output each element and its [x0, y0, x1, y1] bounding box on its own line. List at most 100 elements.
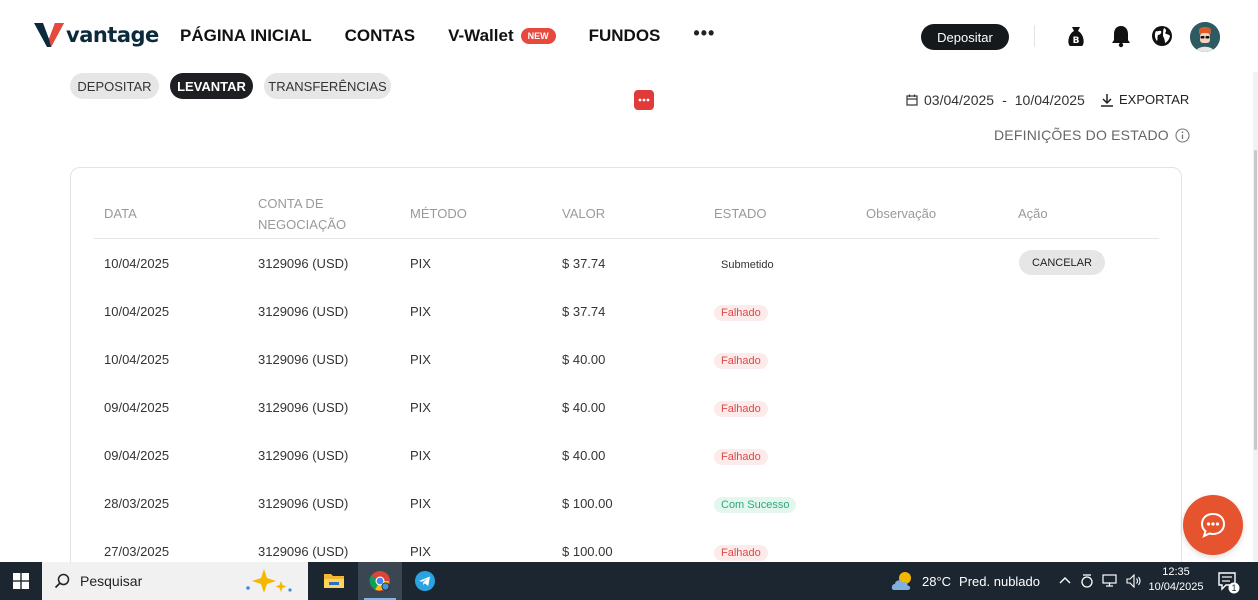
deposit-button[interactable]: Depositar: [921, 24, 1009, 50]
user-avatar-icon: [1190, 22, 1220, 52]
cell-date: 09/04/2025: [104, 448, 170, 463]
cell-value: $ 100.00: [562, 496, 613, 511]
cell-method: PIX: [410, 400, 431, 415]
export-button[interactable]: EXPORTAR: [1100, 92, 1189, 107]
tab-transferencias[interactable]: TRANSFERÊNCIAS: [264, 73, 391, 99]
cell-account: 3129096 (USD): [258, 448, 349, 463]
cell-date: 09/04/2025: [104, 400, 170, 415]
column-header-note: Observação: [866, 206, 937, 221]
cell-value: $ 40.00: [562, 448, 606, 463]
weather-desc: Pred. nublado: [959, 573, 1040, 589]
partly-cloudy-icon: [891, 572, 911, 590]
chevron-up-icon[interactable]: [1058, 574, 1072, 588]
vantage-logo-mark-icon: [34, 23, 64, 47]
nav-item-v-wallet[interactable]: V-Wallet NEW: [448, 26, 556, 46]
date-to: 10/04/2025: [1014, 92, 1085, 108]
cell-account: 3129096 (USD): [258, 496, 349, 511]
bonus-bag-icon[interactable]: B: [1064, 24, 1088, 48]
cell-date: 28/03/2025: [104, 496, 170, 511]
scrollbar-thumb[interactable]: [1254, 150, 1257, 450]
system-tray: [1058, 562, 1142, 600]
top-navigation: vantage PÁGINA INICIAL CONTAS V-Wallet N…: [0, 0, 1258, 72]
cell-date: 10/04/2025: [104, 304, 170, 319]
cell-date: 10/04/2025: [104, 352, 170, 367]
status-badge: Falhado: [714, 305, 768, 321]
cell-method: PIX: [410, 304, 431, 319]
taskbar-search[interactable]: Pesquisar: [42, 562, 308, 600]
cell-value: $ 100.00: [562, 544, 613, 559]
column-header-action: Ação: [1018, 206, 1048, 221]
nav-divider: [1034, 25, 1035, 47]
nav-item-contas[interactable]: CONTAS: [345, 26, 416, 46]
copilot-sparkle-icon: [246, 569, 292, 593]
export-label: EXPORTAR: [1119, 92, 1190, 107]
status-badge: Falhado: [714, 545, 768, 561]
cell-account: 3129096 (USD): [258, 256, 349, 271]
nav-item-label: FUNDOS: [588, 26, 661, 45]
taskbar-clock[interactable]: 12:35 10/04/2025: [1146, 565, 1206, 595]
search-icon: [54, 573, 70, 589]
header-divider: [94, 238, 1159, 239]
weather-widget[interactable]: 28°C Pred. nublado: [890, 562, 1040, 600]
file-explorer-icon[interactable]: [312, 562, 356, 600]
column-header-date: DATA: [104, 206, 137, 221]
more-menu-icon[interactable]: •••: [693, 23, 715, 44]
vantage-logo[interactable]: vantage: [34, 22, 159, 48]
status-badge: Falhado: [714, 449, 768, 465]
network-icon[interactable]: [1102, 574, 1118, 588]
column-header-account-line1: CONTA DE: [258, 196, 324, 211]
notification-count: 1: [1231, 583, 1236, 593]
page: vantage PÁGINA INICIAL CONTAS V-Wallet N…: [0, 0, 1258, 600]
status-badge: Com Sucesso: [714, 497, 797, 513]
withdrawals-table: DATA CONTA DE NEGOCIAÇÃO MÉTODO VALOR ES…: [70, 167, 1182, 600]
calendar-icon: [906, 94, 918, 106]
globe-icon[interactable]: [1150, 24, 1174, 48]
cell-method: PIX: [410, 256, 431, 271]
chrome-icon[interactable]: [358, 562, 402, 600]
notification-center-icon[interactable]: 1: [1216, 570, 1240, 594]
column-header-method: MÉTODO: [410, 206, 467, 221]
clock-date: 10/04/2025: [1148, 581, 1204, 593]
tab-depositar[interactable]: DEPOSITAR: [70, 73, 159, 99]
search-placeholder: Pesquisar: [80, 573, 143, 589]
main-nav: PÁGINA INICIAL CONTAS V-Wallet NEW FUNDO…: [180, 23, 715, 46]
tab-levantar[interactable]: LEVANTAR: [170, 73, 253, 99]
date-range-picker[interactable]: 03/04/2025 - 10/04/2025: [906, 92, 1085, 108]
date-from: 03/04/2025: [924, 92, 995, 108]
avatar[interactable]: [1190, 22, 1220, 52]
logo-text: vantage: [66, 23, 159, 47]
cell-account: 3129096 (USD): [258, 400, 349, 415]
bell-icon[interactable]: [1109, 24, 1133, 48]
column-header-value: VALOR: [562, 206, 606, 221]
weather-temp: 28°C: [922, 573, 952, 589]
cell-value: $ 40.00: [562, 400, 606, 415]
cell-method: PIX: [410, 448, 431, 463]
cell-date: 27/03/2025: [104, 544, 170, 559]
chat-icon: [1200, 512, 1226, 538]
chat-button[interactable]: [1183, 495, 1243, 555]
meet-now-icon[interactable]: [1080, 573, 1094, 589]
windows-taskbar: Pesquisar 28°C Pred. nublado 12:35 10/04…: [0, 562, 1258, 600]
column-header-status: ESTADO: [714, 206, 767, 221]
extension-dots-icon[interactable]: [634, 90, 654, 110]
info-icon: [1175, 127, 1190, 143]
nav-item-pagina-inicial[interactable]: PÁGINA INICIAL: [180, 26, 312, 46]
status-definitions-link[interactable]: DEFINIÇÕES DO ESTADO: [994, 127, 1190, 143]
nav-item-label: V-Wallet: [448, 26, 514, 45]
column-header-account-line2: NEGOCIAÇÃO: [258, 217, 347, 232]
volume-icon[interactable]: [1126, 574, 1142, 588]
telegram-icon[interactable]: [403, 562, 447, 600]
nav-item-label: PÁGINA INICIAL: [180, 26, 312, 45]
windows-start-icon[interactable]: [0, 562, 42, 600]
date-separator: -: [1002, 92, 1007, 108]
new-badge: NEW: [520, 28, 556, 44]
cell-method: PIX: [410, 544, 431, 559]
cell-method: PIX: [410, 496, 431, 511]
cancel-button[interactable]: CANCELAR: [1019, 250, 1105, 275]
clock-time: 12:35: [1162, 566, 1190, 578]
nav-item-fundos[interactable]: FUNDOS: [589, 26, 661, 46]
nav-item-label: CONTAS: [344, 26, 416, 45]
cell-value: $ 37.74: [562, 256, 606, 271]
cell-method: PIX: [410, 352, 431, 367]
status-badge: Falhado: [714, 353, 768, 369]
